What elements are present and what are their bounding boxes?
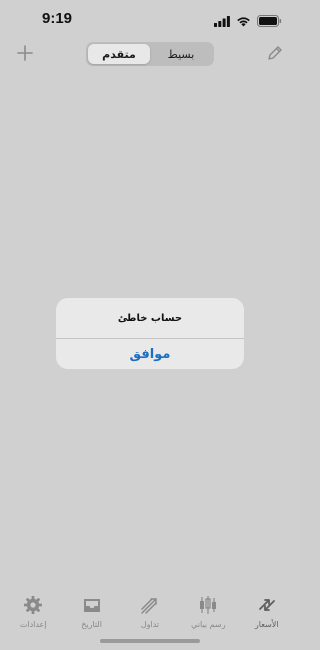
- tab-chart[interactable]: رسم بياني: [179, 588, 237, 638]
- pencil-icon[interactable]: [266, 44, 284, 62]
- tab-history[interactable]: التاريخ: [63, 588, 121, 638]
- tab-trade[interactable]: تداول: [121, 588, 179, 638]
- quotes-arrows-icon: [256, 594, 278, 616]
- wifi-icon: [236, 12, 251, 31]
- status-time: 9:19: [42, 10, 73, 27]
- tab-label-settings: إعدادات: [19, 620, 47, 629]
- ok-button[interactable]: موافق: [56, 339, 244, 369]
- alert-dialog: حساب خاطئ موافق: [56, 298, 244, 369]
- mode-segmented-control: متقدم بسيط: [86, 42, 214, 66]
- candlestick-icon: [197, 594, 219, 616]
- tab-quotes[interactable]: الأسعار: [238, 588, 296, 638]
- tab-bar: إعدادات التاريخ تداول رسم بياني الأسعار: [0, 588, 300, 638]
- segment-advanced[interactable]: متقدم: [88, 44, 150, 64]
- tab-label-trade: تداول: [140, 620, 160, 629]
- tab-label-chart: رسم بياني: [191, 620, 226, 629]
- app-screen: 9:19 متقدم بسيط حساب خاطئ موافق إعدادات …: [0, 0, 300, 650]
- tab-label-quotes: الأسعار: [254, 620, 279, 629]
- tab-settings[interactable]: إعدادات: [4, 588, 62, 638]
- home-indicator: [100, 639, 200, 643]
- signal-icon: [214, 12, 230, 31]
- tab-label-history: التاريخ: [81, 620, 102, 629]
- inbox-tray-icon: [81, 594, 103, 616]
- alert-message: حساب خاطئ: [117, 312, 183, 324]
- battery-icon: [257, 12, 282, 31]
- gear-icon: [22, 594, 44, 616]
- segment-simple[interactable]: بسيط: [150, 44, 212, 64]
- plus-icon[interactable]: [14, 42, 36, 64]
- nav-bar: متقدم بسيط: [0, 40, 300, 68]
- status-icons: [214, 12, 282, 31]
- trade-arrows-icon: [139, 594, 161, 616]
- status-bar: 9:19: [0, 0, 300, 36]
